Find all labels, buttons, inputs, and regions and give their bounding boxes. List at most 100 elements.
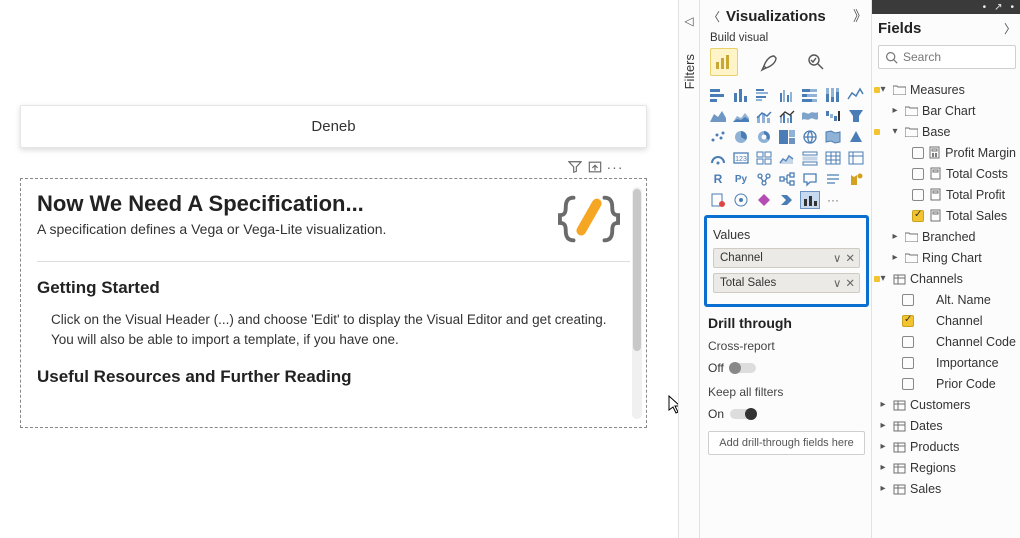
report-canvas[interactable]: Deneb ··· Now We Need A Specification...…	[0, 0, 678, 538]
deneb-visual[interactable]: Now We Need A Specification... A specifi…	[20, 178, 647, 428]
visual-header-toolbar: ···	[568, 160, 622, 174]
viz-deneb-icon[interactable]	[800, 191, 820, 209]
filters-pane-collapsed[interactable]: ◁ Filters	[678, 0, 700, 538]
add-drill-through-well[interactable]: Add drill-through fields here	[708, 431, 865, 455]
viz-scatter-icon[interactable]	[708, 128, 728, 146]
viz-stacked-bar-icon[interactable]	[708, 86, 728, 104]
viz-gauge-icon[interactable]	[708, 149, 728, 167]
viz-clustered-bar-icon[interactable]	[754, 86, 774, 104]
viz-get-more-icon[interactable]: ···	[823, 191, 843, 209]
more-options-icon[interactable]: ···	[608, 160, 622, 174]
tree-customers[interactable]: ▸Customers	[878, 394, 1016, 415]
viz-qa-icon[interactable]	[800, 170, 820, 188]
expand-fields-icon[interactable]: 〉	[1004, 20, 1016, 37]
tree-total-sales[interactable]: Total Sales	[878, 205, 1016, 226]
viz-table-icon[interactable]	[823, 149, 843, 167]
viz-azure-map-icon[interactable]	[846, 128, 866, 146]
collapse-viz-icon[interactable]: 〈	[708, 8, 720, 25]
viz-kpi-icon[interactable]	[777, 149, 797, 167]
value-field-total-sales[interactable]: Total Sales ∨ ✕	[713, 273, 860, 293]
resources-heading: Useful Resources and Further Reading	[37, 367, 630, 387]
viz-waterfall-icon[interactable]	[823, 107, 843, 125]
tree-profit-margin[interactable]: Profit Margin	[878, 142, 1016, 163]
format-visual-tab[interactable]	[756, 48, 784, 76]
cross-report-label: Cross-report	[708, 339, 865, 353]
viz-funnel-icon[interactable]	[846, 107, 866, 125]
tree-channels[interactable]: ▾Channels	[878, 268, 1016, 289]
svg-text:123: 123	[735, 156, 747, 163]
tree-measures[interactable]: ▾Measures	[878, 79, 1016, 100]
tree-total-profit[interactable]: Total Profit	[878, 184, 1016, 205]
restore-icon[interactable]: ↗	[994, 2, 1002, 13]
tree-alt-name[interactable]: Alt. Name	[878, 289, 1016, 310]
fields-title: Fields	[878, 20, 921, 37]
expand-filters-icon[interactable]: ◁	[684, 14, 693, 28]
tree-products[interactable]: ▸Products	[878, 436, 1016, 457]
expand-viz-icon[interactable]: 》	[853, 6, 865, 26]
viz-clustered-column-icon[interactable]	[777, 86, 797, 104]
fields-search-input[interactable]: Search	[878, 45, 1016, 69]
viz-100-bar-icon[interactable]	[800, 86, 820, 104]
focus-mode-icon[interactable]	[588, 160, 602, 174]
viz-pie-icon[interactable]	[731, 128, 751, 146]
viz-key-influencers-icon[interactable]	[754, 170, 774, 188]
cross-report-toggle[interactable]: Off	[708, 361, 756, 375]
close-icon[interactable]: •	[1010, 2, 1014, 13]
field-name: Total Sales	[720, 277, 776, 289]
build-visual-tab[interactable]	[710, 48, 738, 76]
viz-donut-icon[interactable]	[754, 128, 774, 146]
viz-filled-map-icon[interactable]	[823, 128, 843, 146]
viz-ribbon-icon[interactable]	[800, 107, 820, 125]
tree-total-costs[interactable]: Total Costs	[878, 163, 1016, 184]
analytics-tab[interactable]	[802, 48, 830, 76]
visualizations-pane: 〈 Visualizations 》 Build visual	[700, 0, 872, 538]
filter-icon[interactable]	[568, 160, 582, 174]
tree-branched[interactable]: ▸Branched	[878, 226, 1016, 247]
chevron-down-icon[interactable]: ∨	[833, 251, 841, 265]
viz-automate-icon[interactable]	[777, 191, 797, 209]
tree-regions[interactable]: ▸Regions	[878, 457, 1016, 478]
viz-line-column-icon[interactable]	[754, 107, 774, 125]
tree-base[interactable]: ▾Base	[878, 121, 1016, 142]
viz-python-icon[interactable]: Py	[731, 170, 751, 188]
tree-prior-code[interactable]: Prior Code	[878, 373, 1016, 394]
window-titlebar: • ↗ •	[872, 0, 1020, 14]
viz-card-icon[interactable]: 123	[731, 149, 751, 167]
viz-slicer-icon[interactable]	[800, 149, 820, 167]
viz-line-clustered-icon[interactable]	[777, 107, 797, 125]
viz-paginated-icon[interactable]	[708, 191, 728, 209]
viz-100-column-icon[interactable]	[823, 86, 843, 104]
viz-area-icon[interactable]	[708, 107, 728, 125]
tree-bar-chart[interactable]: ▸Bar Chart	[878, 100, 1016, 121]
tree-sales[interactable]: ▸Sales	[878, 478, 1016, 499]
remove-field-icon[interactable]: ✕	[845, 276, 855, 290]
tree-ring-chart[interactable]: ▸Ring Chart	[878, 247, 1016, 268]
viz-map-icon[interactable]	[800, 128, 820, 146]
keep-filters-toggle[interactable]: On	[708, 407, 756, 421]
viz-line-icon[interactable]	[846, 86, 866, 104]
viz-powerapps-icon[interactable]	[754, 191, 774, 209]
chevron-down-icon[interactable]: ∨	[833, 276, 841, 290]
viz-arcgis-icon[interactable]	[731, 191, 751, 209]
viz-treemap-icon[interactable]	[777, 128, 797, 146]
min-icon[interactable]: •	[983, 2, 987, 13]
value-field-channel[interactable]: Channel ∨✕	[713, 248, 860, 268]
tree-channel-code[interactable]: Channel Code	[878, 331, 1016, 352]
viz-stacked-area-icon[interactable]	[731, 107, 751, 125]
spec-subtitle: A specification defines a Vega or Vega-L…	[37, 221, 386, 237]
viz-stacked-column-icon[interactable]	[731, 86, 751, 104]
viz-narrative-icon[interactable]	[823, 170, 843, 188]
viz-goals-icon[interactable]	[846, 170, 866, 188]
drill-through-heading: Drill through	[708, 315, 865, 331]
tree-importance[interactable]: Importance	[878, 352, 1016, 373]
visual-title-card[interactable]: Deneb	[20, 105, 647, 148]
scrollbar[interactable]	[632, 187, 642, 419]
tree-channel[interactable]: Channel	[878, 310, 1016, 331]
tree-dates[interactable]: ▸Dates	[878, 415, 1016, 436]
viz-matrix-icon[interactable]	[846, 149, 866, 167]
viz-multi-card-icon[interactable]	[754, 149, 774, 167]
remove-field-icon[interactable]: ✕	[845, 251, 855, 265]
search-placeholder: Search	[903, 50, 941, 64]
viz-decomposition-icon[interactable]	[777, 170, 797, 188]
viz-r-visual-icon[interactable]: R	[708, 170, 728, 188]
